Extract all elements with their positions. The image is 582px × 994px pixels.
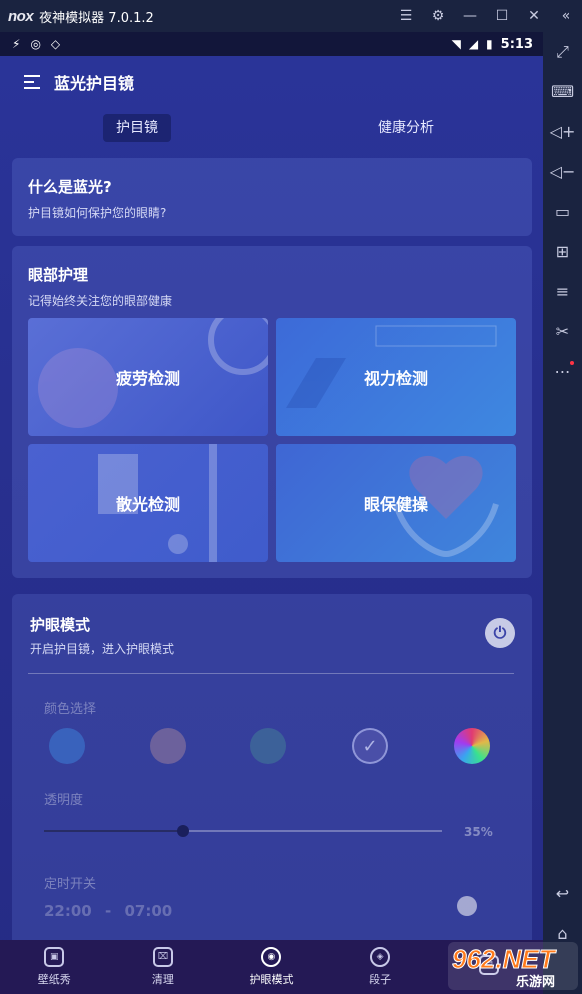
emulator-title-bar: nox 夜神模拟器 7.0.1.2 ☰ ⚙ — ☐ ✕ «: [0, 0, 582, 32]
multi-instance-icon[interactable]: ≡: [543, 282, 582, 301]
diamond-icon: ◇: [50, 37, 61, 51]
nav-jokes-label: 段子: [369, 973, 392, 986]
svg-text:962.NET: 962.NET: [452, 944, 557, 974]
astigmatism-test-tile[interactable]: 散光检测: [28, 444, 268, 562]
blue-light-title: 什么是蓝光?: [28, 178, 112, 196]
back-icon[interactable]: ↩: [543, 884, 582, 903]
nav-clean[interactable]: ⌧ 清理: [109, 940, 218, 994]
menu-icon[interactable]: ☰: [390, 8, 422, 24]
divider: [28, 673, 514, 674]
opacity-slider[interactable]: [44, 825, 442, 837]
eye-exercise-tile[interactable]: 眼保健操: [276, 444, 516, 562]
opacity-slider-knob[interactable]: [177, 825, 189, 837]
fatigue-test-tile[interactable]: 疲劳检测: [28, 318, 268, 436]
timer-separator: -: [104, 902, 112, 920]
eye-mode-subtitle: 开启护目镜，进入护眼模式: [30, 642, 175, 656]
volume-down-icon[interactable]: ◁−: [543, 162, 582, 181]
blue-light-subtitle: 护目镜如何保护您的眼睛?: [28, 206, 167, 220]
color-swatch-teal[interactable]: [250, 728, 286, 764]
sync-icon: ◎: [30, 37, 41, 51]
nav-wallpaper-label: 壁纸秀: [37, 973, 71, 986]
timer-range[interactable]: 22:00 - 07:00: [44, 902, 172, 920]
settings-icon[interactable]: ⚙: [422, 8, 454, 24]
blue-light-card[interactable]: 什么是蓝光? 护目镜如何保护您的眼睛?: [12, 158, 532, 236]
nav-eye-mode-label: 护眼模式: [249, 973, 294, 986]
volume-up-icon[interactable]: ◁+: [543, 122, 582, 141]
apk-install-icon[interactable]: ⊞: [543, 242, 582, 261]
close-icon[interactable]: ✕: [518, 8, 550, 24]
app-bar: 蓝光护目镜: [0, 56, 543, 108]
color-select-label: 颜色选择: [44, 702, 97, 717]
timer-start: 22:00: [44, 902, 92, 920]
battery-icon: ▮: [486, 37, 493, 51]
tab-health-analysis[interactable]: 健康分析: [378, 114, 434, 142]
eye-mode-title: 护眼模式: [30, 616, 91, 634]
emulator-title: 夜神模拟器 7.0.1.2: [39, 10, 154, 26]
timer-toggle[interactable]: [457, 896, 491, 916]
emulator-side-toolbar: ⤢ ⌨ ◁+ ◁− ▭ ⊞ ≡ ✂ ⋯ ↩ ⌂: [543, 32, 582, 994]
eye-care-card: 眼部护理 记得始终关注您的眼部健康 疲劳检测 视力检测 散光检测 眼保健操: [12, 246, 532, 578]
timer-toggle-knob: [457, 896, 477, 916]
signal-icon: ◢: [468, 37, 479, 51]
opacity-value: 35%: [464, 825, 493, 839]
nav-jokes[interactable]: ◈ 段子: [326, 940, 435, 994]
more-icon[interactable]: ⋯: [543, 362, 582, 381]
fullscreen-icon[interactable]: ⤢: [543, 42, 582, 62]
keyboard-icon[interactable]: ⌨: [543, 82, 582, 101]
power-toggle-button[interactable]: ⏻: [485, 618, 515, 648]
color-swatch-selected[interactable]: ✓: [352, 728, 388, 764]
opacity-slider-fill: [44, 830, 183, 832]
android-status-bar: ⚡ ◎ ◇ ◥ ◢ ▮ 5:13: [0, 32, 543, 56]
notification-dot: [570, 361, 574, 365]
eye-care-subtitle: 记得始终关注您的眼部健康: [28, 294, 173, 308]
hamburger-menu-icon[interactable]: [24, 75, 40, 89]
nav-wallpaper[interactable]: ▣ 壁纸秀: [0, 940, 109, 994]
cut-icon[interactable]: ✂: [543, 322, 582, 341]
color-swatch-blue[interactable]: [49, 728, 85, 764]
minimize-icon[interactable]: —: [454, 8, 486, 24]
opacity-label: 透明度: [44, 793, 84, 808]
nav-eye-mode[interactable]: ◉ 护眼模式: [217, 940, 326, 994]
maximize-icon[interactable]: ☐: [486, 8, 518, 24]
eye-exercise-label: 眼保健操: [363, 495, 428, 514]
color-swatch-rainbow[interactable]: [454, 728, 490, 764]
vision-test-tile[interactable]: 视力检测: [276, 318, 516, 436]
tab-bar: 护目镜 健康分析: [0, 114, 543, 146]
check-icon: ✓: [362, 735, 378, 757]
screen-icon[interactable]: ▭: [543, 202, 582, 221]
window-controls: ☰ ⚙ — ☐ ✕ «: [390, 0, 582, 32]
eye-mode-icon: ◉: [261, 947, 282, 967]
svg-text:乐游网: 乐游网: [516, 974, 555, 990]
clean-basket-icon: ⌧: [152, 947, 173, 967]
status-time: 5:13: [500, 36, 533, 52]
collapse-icon[interactable]: «: [550, 8, 582, 24]
eye-mode-card: 护眼模式 开启护目镜，进入护眼模式: [12, 594, 532, 954]
wifi-icon: ◥: [451, 37, 461, 51]
fatigue-test-label: 疲劳检测: [115, 369, 180, 388]
no-signal-icon: ⚡: [12, 37, 21, 51]
color-swatch-purple[interactable]: [150, 728, 186, 764]
astigmatism-test-label: 散光检测: [115, 495, 180, 514]
timer-end: 07:00: [124, 902, 173, 920]
phone-screen: ⚡ ◎ ◇ ◥ ◢ ▮ 5:13 蓝光护目镜 护目镜 健康分析 什么是蓝光? 护…: [0, 32, 543, 994]
nox-logo: nox: [8, 7, 34, 25]
watermark-logo: 962.NET 乐游网: [448, 942, 578, 990]
vision-test-label: 视力检测: [363, 369, 428, 388]
eye-care-title: 眼部护理: [28, 266, 89, 284]
page-title: 蓝光护目镜: [54, 74, 135, 93]
nav-clean-label: 清理: [151, 973, 174, 986]
jokes-icon: ◈: [370, 947, 391, 967]
tab-goggles[interactable]: 护目镜: [103, 114, 171, 142]
wallpaper-icon: ▣: [44, 947, 65, 967]
timer-label: 定时开关: [44, 877, 97, 892]
